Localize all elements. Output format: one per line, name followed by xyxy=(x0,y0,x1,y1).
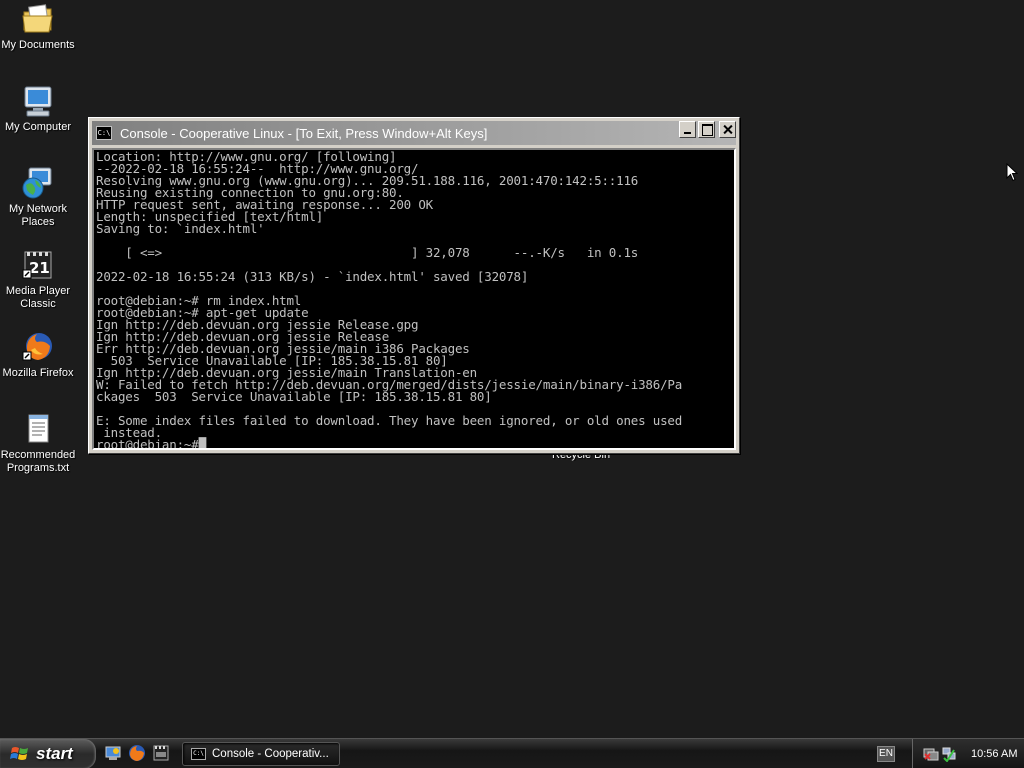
clock[interactable]: 10:56 AM xyxy=(971,748,1017,760)
terminal-cursor: █ xyxy=(198,437,207,450)
windows-flag-icon xyxy=(10,747,28,760)
close-button[interactable] xyxy=(719,121,736,138)
show-desktop-icon[interactable] xyxy=(104,744,122,762)
desktop-icon-label: My Documents xyxy=(1,39,75,51)
svg-text:21: 21 xyxy=(29,259,50,277)
desktop-icon-my-network-places[interactable]: My Network Places xyxy=(0,166,76,229)
desktop-icon-label: My Computer xyxy=(4,121,72,133)
window-title: Console - Cooperative Linux - [To Exit, … xyxy=(120,125,488,141)
terminal-line: ckages 503 Service Unavailable [IP: 185.… xyxy=(96,389,492,404)
start-button[interactable]: start xyxy=(0,739,96,768)
system-tray: 10:56 AM xyxy=(912,739,1024,768)
console-app-icon: C:\ xyxy=(191,748,206,760)
mouse-cursor-icon xyxy=(1006,162,1019,187)
network-connection-icon[interactable] xyxy=(941,746,957,762)
taskbar-button-console[interactable]: C:\ Console - Cooperativ... xyxy=(182,742,340,766)
language-indicator[interactable]: EN xyxy=(877,746,895,762)
desktop-icon-label: My Network Places xyxy=(8,203,68,228)
terminal-line: 2022-02-18 16:55:24 (313 KB/s) - `index.… xyxy=(96,269,529,284)
start-label: start xyxy=(36,744,73,763)
colinux-tray-icon[interactable] xyxy=(923,746,939,762)
desktop-icon-label: Mozilla Firefox xyxy=(2,367,74,379)
desktop-icon-label: Recommended Programs.txt xyxy=(0,449,76,474)
window-title-bar[interactable]: C:\ Console - Cooperative Linux - [To Ex… xyxy=(92,121,736,145)
desktop-icon-my-computer[interactable]: My Computer xyxy=(0,84,76,134)
taskbar: start C:\ Console - Cooperativ... EN 10:… xyxy=(0,738,1024,768)
notepad-text-file-icon xyxy=(21,412,55,446)
firefox-icon xyxy=(21,330,55,364)
console-app-icon: C:\ xyxy=(96,126,112,140)
console-window[interactable]: C:\ Console - Cooperative Linux - [To Ex… xyxy=(88,117,740,454)
computer-icon xyxy=(21,84,55,118)
media-player-classic-icon: 21 xyxy=(21,248,55,282)
desktop-icon-media-player-classic[interactable]: 21 Media Player Classic xyxy=(0,248,76,311)
desktop-icon-recommended-programs[interactable]: Recommended Programs.txt xyxy=(0,412,76,475)
terminal-line: [ <=> ] 32,078 --.-K/s in 0.1s xyxy=(96,245,639,260)
minimize-button[interactable] xyxy=(679,121,696,138)
network-globe-icon xyxy=(21,166,55,200)
window-controls xyxy=(677,121,736,138)
media-player-classic-icon[interactable] xyxy=(152,744,170,762)
terminal-line: root@debian:~#█ xyxy=(96,437,207,450)
taskbar-button-label: Console - Cooperativ... xyxy=(212,748,329,760)
maximize-button[interactable] xyxy=(698,121,715,138)
folder-documents-icon xyxy=(21,2,55,36)
terminal-output[interactable]: Location: http://www.gnu.org/ [following… xyxy=(92,148,736,450)
quick-launch-bar xyxy=(104,744,176,762)
desktop-icon-label: Media Player Classic xyxy=(5,285,71,310)
desktop-icon-mozilla-firefox[interactable]: Mozilla Firefox xyxy=(0,330,76,380)
terminal-line: Saving to: `index.html' xyxy=(96,221,265,236)
terminal-line: E: Some index files failed to download. … xyxy=(96,413,683,428)
desktop-icon-my-documents[interactable]: My Documents xyxy=(0,2,76,52)
firefox-icon[interactable] xyxy=(128,744,146,762)
